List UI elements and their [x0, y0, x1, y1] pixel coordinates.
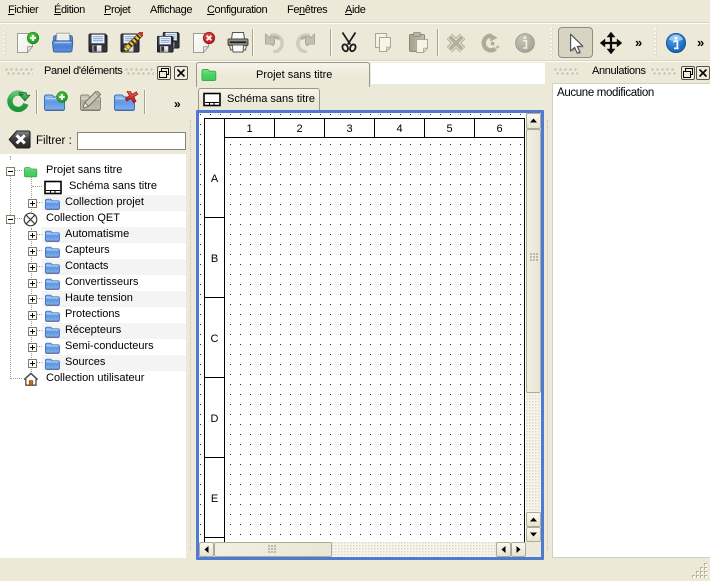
svg-text:1: 1 [246, 123, 252, 135]
svg-text:2: 2 [296, 123, 302, 135]
svg-text:D: D [211, 413, 219, 425]
svg-text:E: E [211, 493, 218, 505]
svg-text:3: 3 [346, 123, 352, 135]
svg-text:B: B [211, 253, 218, 265]
svg-text:4: 4 [396, 123, 402, 135]
svg-text:6: 6 [496, 123, 502, 135]
svg-text:C: C [211, 333, 219, 345]
svg-text:A: A [211, 173, 219, 185]
svg-text:5: 5 [446, 123, 452, 135]
